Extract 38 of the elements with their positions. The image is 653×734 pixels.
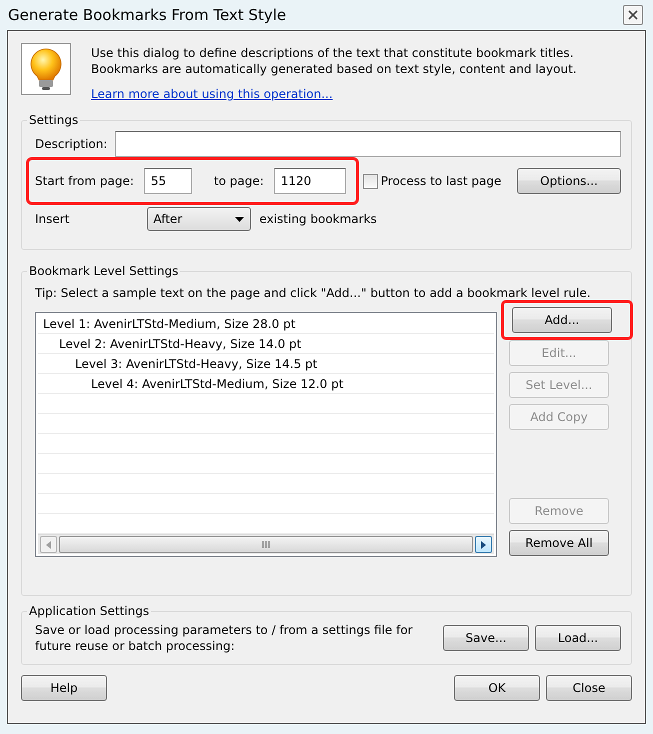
insert-dropdown[interactable]: After — [147, 207, 252, 231]
field-label: to page: — [214, 174, 264, 188]
close-button[interactable] — [623, 5, 643, 25]
settings-file-button[interactable]: Load... — [535, 625, 621, 651]
field-label: Insert — [35, 212, 70, 226]
description-field[interactable] — [115, 131, 621, 157]
end-page-field[interactable]: 1120 — [274, 168, 346, 194]
settings-file-button[interactable]: Save... — [443, 625, 529, 651]
lightbulb-icon — [28, 47, 64, 91]
field-label: Start from page: — [35, 174, 134, 188]
horizontal-scrollbar[interactable] — [38, 534, 494, 554]
scroll-right-button[interactable] — [475, 536, 492, 553]
intro-text: Use this dialog to define descriptions of the text that constitute bookmark titles. Bookmarks are automatically generated based on text style, content and layout. — [91, 45, 578, 77]
tip-text: Tip: Select a sample text on the page and click "Add..." button to add a bookmark level rule. — [35, 286, 592, 300]
field-label: existing bookmarks — [259, 212, 377, 226]
options-button[interactable]: Options... — [517, 168, 621, 194]
application-settings-text: Save or load processing parameters to / from a settings file for future reuse or batch processing: — [35, 622, 414, 654]
dialog-button[interactable]: OK — [454, 675, 540, 701]
group-title: Settings — [28, 113, 80, 127]
rule-action-button[interactable]: Remove All — [509, 530, 609, 556]
right-arrow-icon — [481, 540, 486, 548]
group-title: Application Settings — [28, 604, 150, 618]
scroll-thumb[interactable] — [59, 536, 473, 553]
left-arrow-icon — [46, 540, 51, 548]
field-label: Description: — [35, 137, 108, 151]
rule-action-button[interactable]: Add... — [512, 307, 612, 333]
scroll-left-button[interactable] — [40, 536, 57, 553]
window-title: Generate Bookmarks From Text Style — [8, 6, 286, 24]
grip-icon — [262, 541, 270, 548]
checkbox-label: Process to last page — [380, 174, 502, 188]
caret-icon — [235, 216, 244, 222]
group-title: Bookmark Level Settings — [28, 264, 180, 278]
checkbox[interactable] — [362, 174, 378, 188]
dialog-button[interactable]: Close — [546, 675, 632, 701]
close-icon — [628, 10, 638, 20]
help-button[interactable]: Help — [21, 675, 107, 701]
help-link[interactable]: Learn more about using this operation... — [91, 87, 333, 101]
start-page-field[interactable]: 55 — [144, 168, 192, 194]
